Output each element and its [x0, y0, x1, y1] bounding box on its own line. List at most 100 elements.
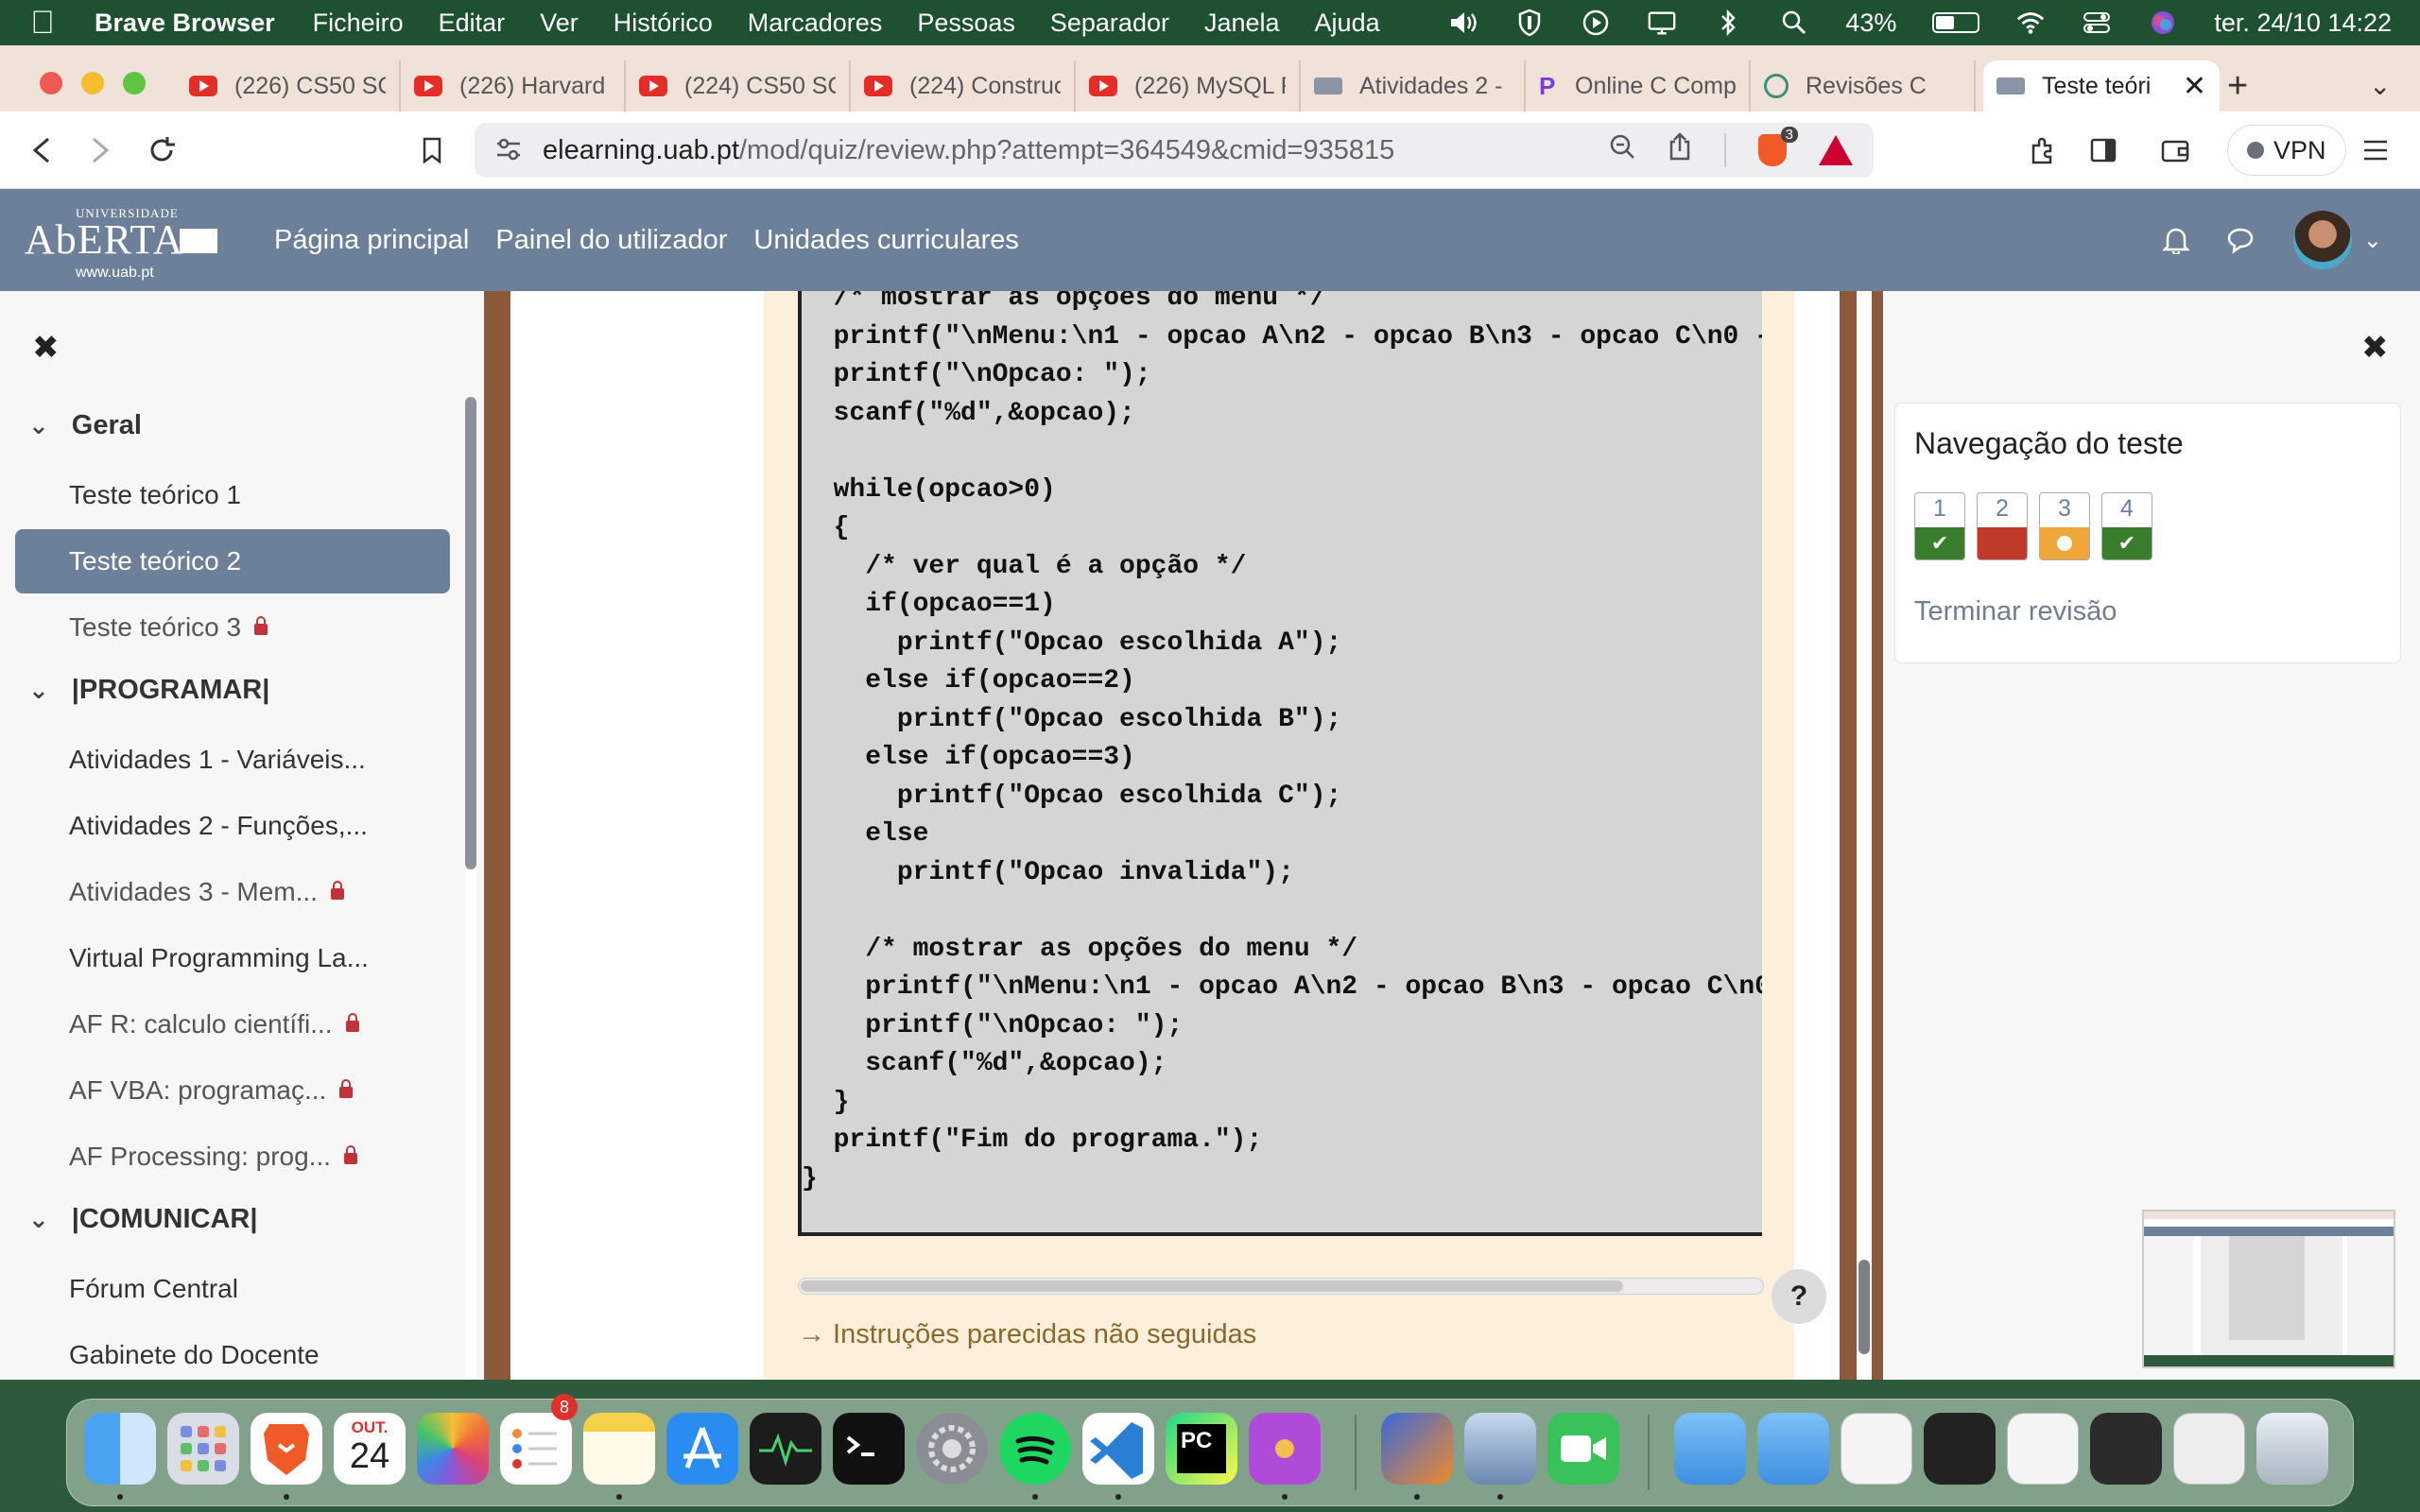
rocket-app-icon[interactable]: [1381, 1413, 1453, 1485]
menu-ficheiro[interactable]: Ficheiro: [313, 9, 404, 38]
code-scroll-thumb[interactable]: [801, 1280, 1623, 1292]
bookmark-icon[interactable]: [410, 129, 454, 172]
feedback-link[interactable]: → Instruções parecidas não seguidas: [798, 1319, 1256, 1350]
browser-tab[interactable]: (224) Construct: [851, 60, 1076, 112]
close-window-button[interactable]: [40, 72, 62, 94]
minimized-window-5[interactable]: [2173, 1413, 2245, 1485]
minimized-window-2[interactable]: [1924, 1413, 1996, 1485]
course-index-item[interactable]: Atividades 3 - Mem...: [15, 860, 450, 924]
close-quiz-nav-icon[interactable]: ✖: [2361, 329, 2389, 367]
trash-icon[interactable]: [2256, 1413, 2328, 1485]
nav-unidades-curriculares[interactable]: Unidades curriculares: [753, 225, 1018, 256]
spotify-icon[interactable]: [999, 1413, 1071, 1485]
brave-browser-icon[interactable]: [251, 1413, 322, 1485]
main-vertical-scrollbar[interactable]: [1857, 291, 1872, 1380]
new-tab-button[interactable]: +: [2227, 66, 2248, 107]
preview-icon[interactable]: [1464, 1413, 1536, 1485]
play-status-icon[interactable]: [1581, 9, 1611, 36]
menu-janela[interactable]: Janela: [1204, 9, 1280, 38]
minimized-window-3[interactable]: [2007, 1413, 2079, 1485]
code-horizontal-scrollbar[interactable]: [798, 1278, 1764, 1295]
browser-tab[interactable]: Revisões C: [1751, 60, 1976, 112]
browser-tab[interactable]: (226) MySQL F: [1076, 60, 1301, 112]
menu-separador[interactable]: Separador: [1050, 9, 1169, 38]
minimize-window-button[interactable]: [81, 72, 104, 94]
app-store-icon[interactable]: [666, 1413, 738, 1485]
browser-tab[interactable]: (226) Harvard: [401, 60, 626, 112]
browser-tab[interactable]: P Online C Comp: [1526, 60, 1751, 112]
quiz-question-button[interactable]: 1 ✔: [1914, 492, 1965, 560]
apple-menu-icon[interactable]: : [28, 5, 57, 42]
course-section-header[interactable]: ⌄ Geral: [28, 410, 142, 441]
zoom-out-icon[interactable]: [1609, 133, 1635, 167]
site-settings-icon[interactable]: [495, 137, 522, 163]
reload-icon[interactable]: [140, 129, 183, 172]
address-bar[interactable]: elearning.uab.pt /mod/quiz/review.php?at…: [475, 123, 1874, 178]
flower-app-icon[interactable]: [1249, 1413, 1321, 1485]
quiz-question-button[interactable]: 3: [2039, 492, 2090, 560]
finish-review-link[interactable]: Terminar revisão: [1914, 596, 2117, 627]
folder-icon-1[interactable]: [1674, 1413, 1746, 1485]
siri-icon[interactable]: [2148, 9, 2178, 36]
terminal-icon[interactable]: [833, 1413, 905, 1485]
minimized-window-4[interactable]: [2090, 1413, 2162, 1485]
user-menu-chevron-icon[interactable]: ⌄: [2363, 227, 2382, 254]
vscode-icon[interactable]: [1082, 1413, 1154, 1485]
clock[interactable]: ter. 24/10 14:22: [2214, 9, 2392, 38]
menu-historico[interactable]: Histórico: [614, 9, 713, 38]
menu-pessoas[interactable]: Pessoas: [917, 9, 1015, 38]
display-icon[interactable]: [1647, 9, 1677, 36]
browser-tab[interactable]: (224) CS50 SQL: [626, 60, 851, 112]
close-course-index-icon[interactable]: ✖: [32, 329, 60, 367]
bluetooth-icon[interactable]: [1713, 9, 1743, 37]
shield-status-icon[interactable]: [1514, 9, 1545, 37]
wallet-icon[interactable]: [2153, 129, 2197, 172]
chevron-down-icon[interactable]: ⌄: [28, 1205, 49, 1234]
volume-icon[interactable]: [1448, 9, 1478, 36]
notifications-bell-icon[interactable]: [2162, 226, 2189, 254]
quiz-question-button[interactable]: 4 ✔: [2101, 492, 2152, 560]
course-index-item[interactable]: Fórum Central: [15, 1257, 450, 1321]
course-index-item[interactable]: Teste teórico 3: [15, 595, 450, 660]
menu-marcadores[interactable]: Marcadores: [748, 9, 883, 38]
main-scroll-thumb[interactable]: [1858, 1260, 1870, 1354]
sidebar-toggle-icon[interactable]: [2082, 129, 2125, 172]
photos-icon[interactable]: [417, 1413, 489, 1485]
app-menu[interactable]: Brave Browser: [95, 9, 275, 38]
course-section-header[interactable]: ⌄ |PROGRAMAR|: [28, 675, 269, 706]
spotlight-search-icon[interactable]: [1779, 9, 1809, 36]
nav-pagina-principal[interactable]: Página principal: [274, 225, 469, 256]
course-index-item[interactable]: Atividades 2 - Funções,...: [15, 794, 450, 858]
user-avatar[interactable]: [2292, 211, 2352, 269]
quiz-question-button[interactable]: 2: [1977, 492, 2028, 560]
course-index-item[interactable]: Teste teórico 2: [15, 529, 450, 593]
chevron-down-icon[interactable]: ⌄: [28, 411, 49, 440]
reminders-icon[interactable]: [500, 1413, 572, 1485]
share-icon[interactable]: [1668, 132, 1692, 168]
course-index-scroll-thumb[interactable]: [465, 397, 476, 869]
wifi-icon[interactable]: [2015, 9, 2046, 36]
browser-tab[interactable]: (226) CS50 SQL: [176, 60, 401, 112]
browser-tab[interactable]: Atividades 2 -: [1301, 60, 1526, 112]
course-index-item[interactable]: Teste teórico 1: [15, 463, 450, 527]
help-button[interactable]: ?: [1772, 1269, 1826, 1324]
brave-shields-icon[interactable]: 3: [1758, 127, 1798, 166]
hamburger-menu-icon[interactable]: [2354, 129, 2397, 172]
menu-ajuda[interactable]: Ajuda: [1315, 9, 1380, 38]
close-tab-icon[interactable]: ✕: [2173, 70, 2206, 103]
screenshot-preview-thumbnail[interactable]: [2142, 1210, 2395, 1368]
menu-editar[interactable]: Editar: [439, 9, 506, 38]
notes-icon[interactable]: [583, 1413, 655, 1485]
course-index-item[interactable]: AF R: calculo científi...: [15, 992, 450, 1057]
course-index-item[interactable]: AF Processing: prog...: [15, 1125, 450, 1189]
browser-tab[interactable]: Teste teóri ✕: [1983, 60, 2220, 112]
launchpad-icon[interactable]: [167, 1413, 239, 1485]
chevron-down-icon[interactable]: ⌄: [28, 676, 49, 705]
pycharm-icon[interactable]: PC: [1166, 1413, 1237, 1485]
folder-icon-2[interactable]: [1757, 1413, 1829, 1485]
messages-icon[interactable]: [2225, 227, 2256, 253]
control-center-icon[interactable]: [2082, 9, 2112, 36]
zoom-window-button[interactable]: [123, 72, 146, 94]
vpn-button[interactable]: VPN: [2227, 125, 2346, 176]
back-icon[interactable]: [19, 129, 62, 172]
